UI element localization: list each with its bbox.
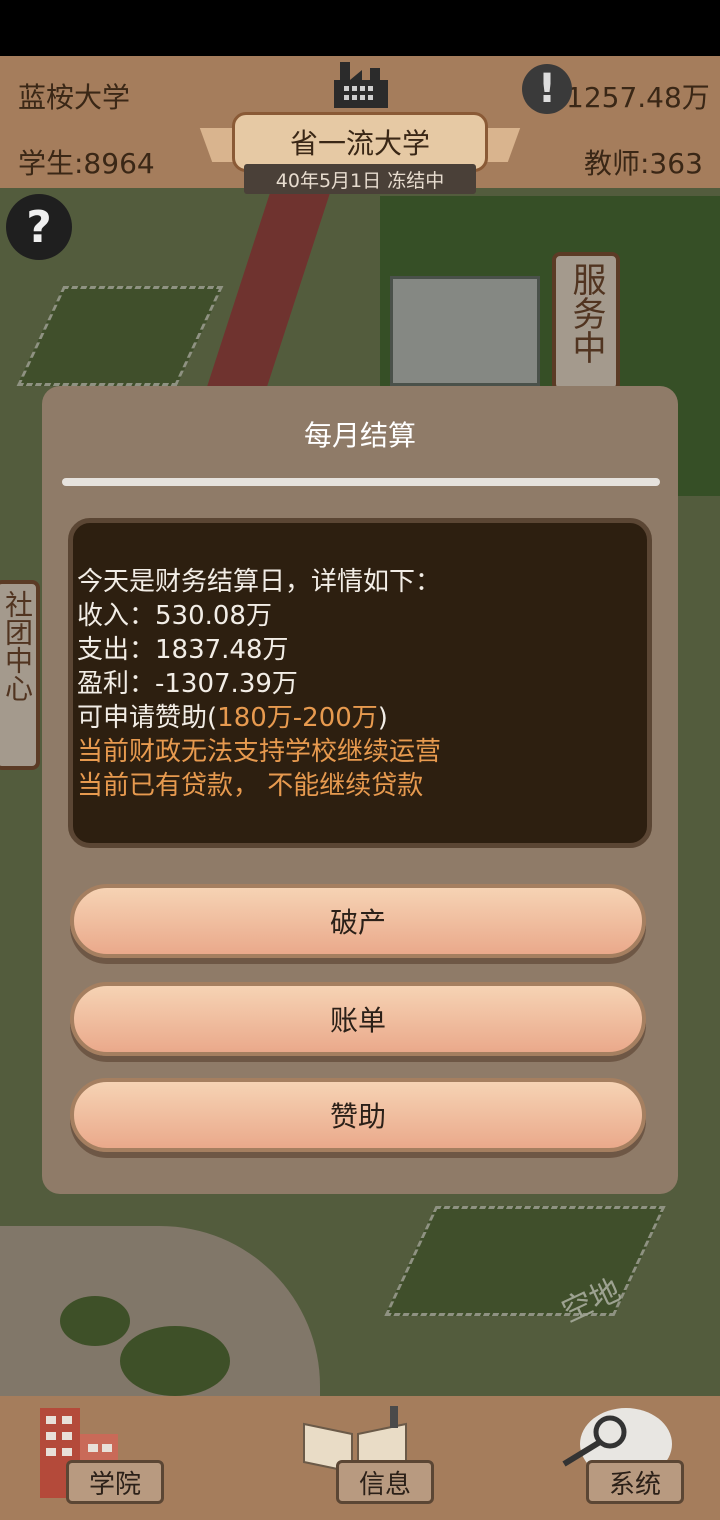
income-line: 收入：530.08万 (77, 601, 272, 631)
status-bar (0, 0, 720, 56)
student-count: 学生:8964 (18, 147, 155, 180)
expense-line: 支出：1837.48万 (77, 635, 289, 665)
tab-college[interactable]: 学院 (66, 1460, 164, 1504)
tab-info[interactable]: 信息 (336, 1460, 434, 1504)
factory-icon (334, 62, 388, 108)
profit-line: 盈利：-1307.39万 (77, 669, 298, 699)
monthly-settlement-dialog: 每月结算 今天是财务结算日，详情如下： 收入：530.08万 支出：1837.4… (42, 386, 678, 1194)
teacher-count: 教师:363 (584, 147, 703, 180)
message-intro: 今天是财务结算日，详情如下： (77, 567, 442, 597)
help-button[interactable]: ? (6, 194, 72, 260)
warning-finance: 当前财政无法支持学校继续运营 (77, 737, 442, 767)
sponsor-suffix: ) (377, 703, 388, 733)
warning-loan: 当前已有贷款， 不能继续贷款 (77, 771, 424, 801)
tab-system[interactable]: 系统 (586, 1460, 684, 1504)
exclamation-icon[interactable]: ! (522, 64, 572, 114)
title-divider (62, 478, 660, 486)
date-status-text: 40年5月1日 冻结中 (275, 169, 445, 192)
sponsor-range: 180万-200万 (217, 703, 378, 733)
bankrupt-label: 破产 (329, 906, 386, 939)
sponsor-button[interactable]: 赞助 (70, 1078, 646, 1152)
message-box: 今天是财务结算日，详情如下： 收入：530.08万 支出：1837.48万 盈利… (68, 518, 652, 848)
bill-button[interactable]: 账单 (70, 982, 646, 1056)
sponsor-line: 可申请赞助(180万-200万) (77, 701, 647, 735)
tab-college-label: 学院 (88, 1469, 141, 1500)
money-value: 1257.48万 (566, 81, 710, 114)
dialog-title: 每月结算 (303, 419, 416, 452)
date-status: 40年5月1日 冻结中 (244, 164, 476, 194)
question-icon: ? (26, 201, 52, 253)
rank-banner: 省一流大学 (232, 112, 488, 172)
tab-system-label: 系统 (608, 1469, 661, 1500)
bottom-nav: 学院 信息 系统 (0, 1396, 720, 1520)
school-name: 蓝桉大学 (18, 81, 131, 114)
sponsor-label: 赞助 (329, 1100, 386, 1133)
sponsor-prefix: 可申请赞助( (77, 703, 218, 733)
bill-label: 账单 (329, 1004, 386, 1037)
rank-title: 省一流大学 (289, 127, 430, 160)
bankrupt-button[interactable]: 破产 (70, 884, 646, 958)
tab-info-label: 信息 (358, 1469, 411, 1500)
